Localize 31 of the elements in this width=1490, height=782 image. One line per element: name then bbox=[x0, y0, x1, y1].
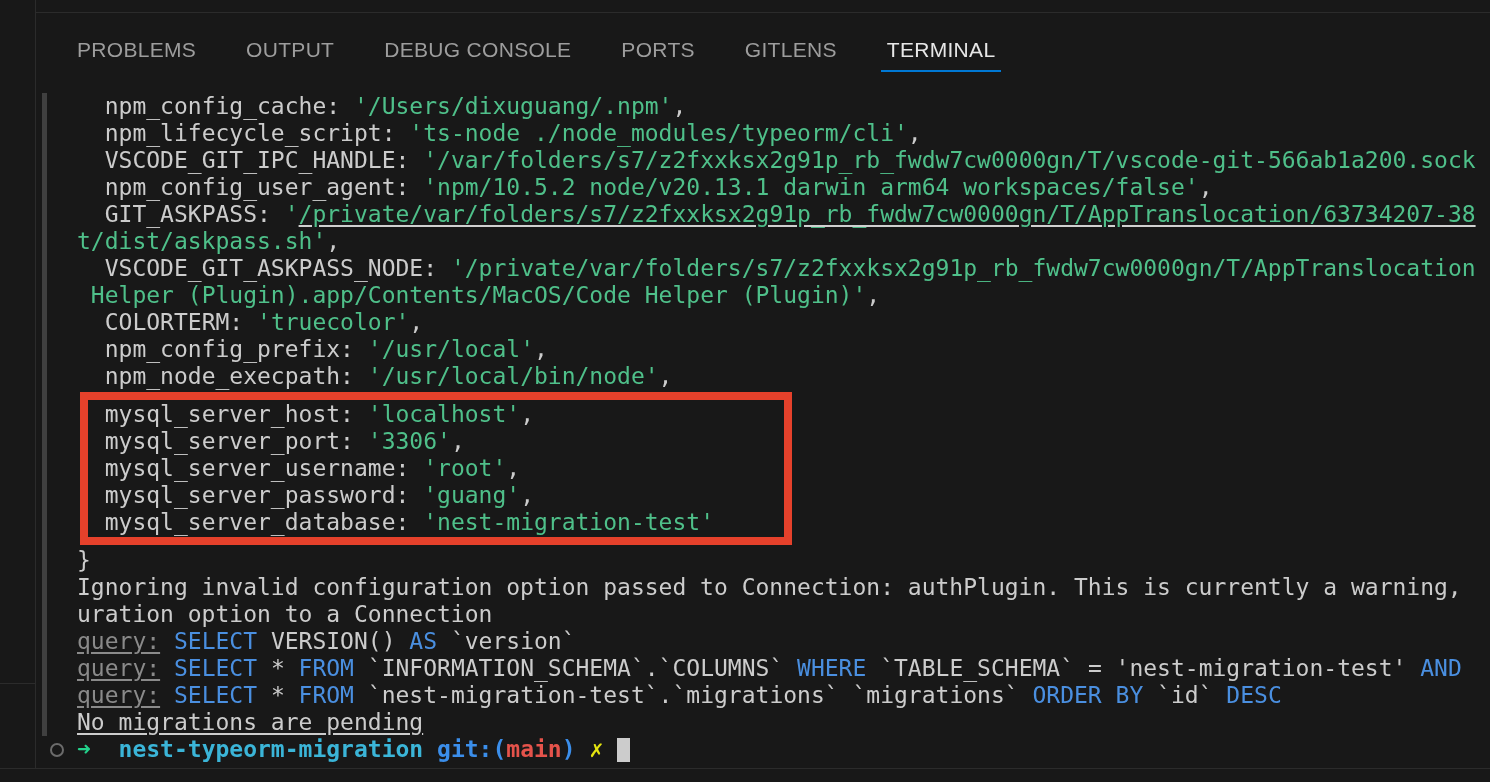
terminal-line: } bbox=[77, 547, 91, 573]
panel-tab[interactable]: PORTS bbox=[615, 30, 701, 72]
terminal-line: query: SELECT * FROM `nest-migration-test`.`migrations` `migrations` ORDER BY `id` DESC bbox=[77, 682, 1282, 708]
terminal-line: npm_lifecycle_script: 'ts-node ./node_modules/typeorm/cli', bbox=[104, 120, 922, 146]
panel-tab[interactable]: DEBUG CONSOLE bbox=[378, 30, 578, 72]
terminal-line: uration option to a Connection bbox=[77, 601, 493, 627]
terminal-line: npm_node_execpath: '/usr/local/bin/node', bbox=[104, 363, 673, 389]
terminal-line: npm_config_prefix: '/usr/local', bbox=[104, 336, 548, 362]
terminal-line: query: SELECT VERSION() AS `version` bbox=[77, 628, 576, 654]
terminal-line: Ignoring invalid configuration option passed to Connection: authPlugin. This is currently a warning, bbox=[77, 574, 1462, 600]
terminal-line: mysql_server_password: 'guang', bbox=[104, 482, 534, 508]
terminal-line: npm_config_user_agent: 'npm/10.5.2 node/v20.13.1 darwin arm64 workspaces/false', bbox=[104, 174, 1213, 200]
terminal-line: query: SELECT * FROM `INFORMATION_SCHEMA`.`COLUMNS` WHERE `TABLE_SCHEMA` = 'nest-migration-test' AND bbox=[77, 655, 1462, 681]
terminal-line: mysql_server_database: 'nest-migration-test' bbox=[104, 509, 714, 535]
terminal-line: VSCODE_GIT_IPC_HANDLE: '/var/folders/s7/z2fxxksx2g91p_rb_fwdw7cw0000gn/T/vscode-git-566ab1a200.sock bbox=[104, 147, 1476, 173]
terminal-prompt: ➜ nest-typeorm-migration git:(main) ✗ bbox=[77, 736, 604, 763]
terminal-line: t/dist/askpass.sh', bbox=[77, 228, 341, 254]
terminal-line: Helper (Plugin).app/Contents/MacOS/Code Helper (Plugin)', bbox=[90, 282, 881, 308]
terminal-line: mysql_server_port: '3306', bbox=[104, 428, 465, 454]
panel-tab[interactable]: GITLENS bbox=[738, 30, 843, 72]
terminal-line: COLORTERM: 'truecolor', bbox=[104, 309, 424, 335]
panel-tab[interactable]: PROBLEMS bbox=[71, 30, 203, 72]
panel-tab[interactable]: TERMINAL bbox=[880, 30, 1002, 72]
terminal-line: GIT_ASKPASS: '/private/var/folders/s7/z2fxxksx2g91p_rb_fwdw7cw0000gn/T/AppTranslocation/63734207-38 bbox=[104, 201, 1476, 227]
circle-icon[interactable] bbox=[50, 742, 64, 757]
terminal-line: mysql_server_host: 'localhost', bbox=[104, 401, 534, 427]
terminal-line: npm_config_cache: '/Users/dixuguang/.npm', bbox=[104, 93, 687, 119]
terminal-line: mysql_server_username: 'root', bbox=[104, 455, 521, 481]
terminal-line: No migrations are pending bbox=[77, 709, 424, 735]
panel-tab[interactable]: OUTPUT bbox=[240, 30, 341, 72]
terminal-line: VSCODE_GIT_ASKPASS_NODE: '/private/var/folders/s7/z2fxxksx2g91p_rb_fwdw7cw0000gn/T/AppTranslocation bbox=[104, 255, 1476, 281]
